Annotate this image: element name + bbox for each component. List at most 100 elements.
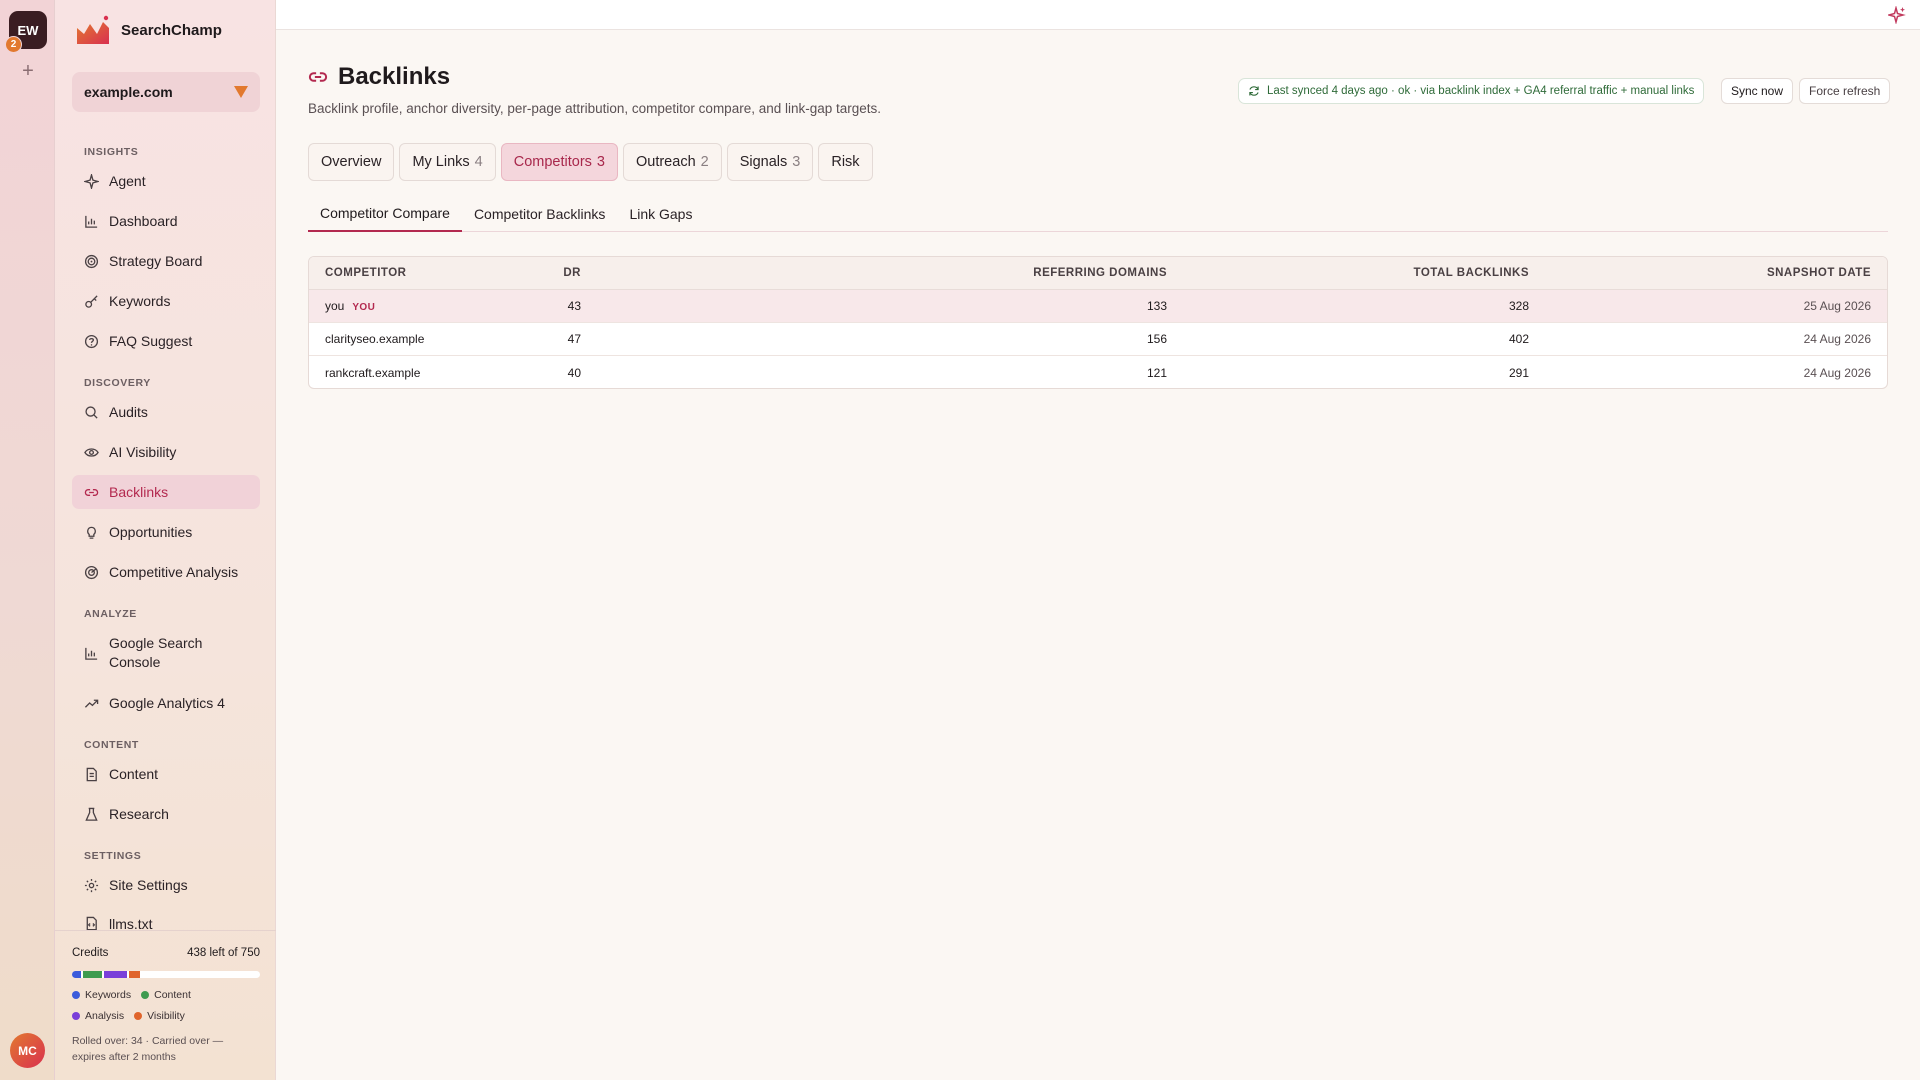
radar-icon	[84, 565, 99, 579]
header-total-backlinks[interactable]: TOTAL BACKLINKS	[1414, 267, 1529, 279]
workspace-rail: EW 2 + MC	[0, 0, 55, 1080]
snapshot-date-value: 24 Aug 2026	[1803, 365, 1871, 380]
workspace-notification-count: 2	[5, 36, 22, 53]
total-backlinks-value: 328	[1508, 299, 1529, 313]
file-code-icon	[86, 916, 97, 930]
tab-competitors[interactable]: Competitors 3	[500, 143, 618, 181]
refresh-icon	[1249, 86, 1259, 96]
brand[interactable]: SearchChamp	[75, 14, 222, 46]
legend-keywords: Keywords	[72, 989, 131, 1001]
tab-risk[interactable]: Risk	[818, 143, 873, 181]
site-selector[interactable]: example.com	[72, 72, 260, 112]
header-referring-domains[interactable]: REFERRING DOMAINS	[1033, 267, 1167, 279]
header-snapshot-date[interactable]: SNAPSHOT DATE	[1767, 267, 1871, 279]
nav-section-analyze: ANALYZE	[84, 608, 137, 620]
subtab-link-gaps[interactable]: Link Gaps	[617, 196, 704, 232]
header-competitor[interactable]: COMPETITOR	[325, 267, 406, 279]
main-tabs: Overview My Links 4 Competitors 3 Outreach…	[308, 143, 873, 181]
sparkle-icon	[84, 173, 99, 189]
sidebar-item-dashboard[interactable]: Dashboard	[72, 204, 260, 238]
sidebar-item-ai-visibility[interactable]: AI Visibility	[72, 435, 260, 469]
top-bar	[276, 0, 1920, 30]
referring-domains-value: 133	[1146, 299, 1167, 313]
bar-chart-icon	[85, 215, 98, 228]
credits-legend-row-2: Analysis Visibility	[72, 1010, 185, 1022]
header-dr[interactable]: DR	[563, 267, 581, 279]
sync-now-button[interactable]: Sync now	[1721, 78, 1794, 104]
table-row[interactable]: clarityseo.example 47 156 402 24 Aug 202…	[309, 323, 1887, 356]
document-icon	[86, 767, 97, 781]
sparkle-icon[interactable]	[1888, 6, 1906, 24]
total-backlinks-value: 291	[1508, 365, 1529, 380]
chevron-down-icon	[234, 86, 248, 98]
subtab-competitor-backlinks[interactable]: Competitor Backlinks	[462, 196, 618, 232]
tab-my-links[interactable]: My Links 4	[399, 143, 496, 181]
table-row[interactable]: you YOU 43 133 328 25 Aug 2026	[309, 290, 1887, 323]
sidebar-item-competitive-analysis[interactable]: Competitive Analysis	[72, 555, 260, 589]
sidebar-item-strategy-board[interactable]: Strategy Board	[72, 244, 260, 278]
link-icon	[84, 488, 99, 496]
competitor-name: rankcraft.example	[325, 365, 421, 380]
snapshot-date-value: 24 Aug 2026	[1803, 332, 1871, 346]
table-header: COMPETITOR DR REFERRING DOMAINS TOTAL BA…	[309, 257, 1887, 290]
credits-legend-row-1: Keywords Content	[72, 989, 191, 1001]
legend-analysis: Analysis	[72, 1010, 124, 1022]
snapshot-date-value: 25 Aug 2026	[1803, 299, 1871, 313]
credits-segment-keywords	[72, 971, 82, 978]
trend-up-icon	[84, 699, 99, 708]
credits-rollover-note: Rolled over: 34 · Carried over — expires…	[72, 1035, 224, 1063]
sidebar-item-google-search-console[interactable]: Google Search Console	[72, 631, 260, 675]
gear-icon	[84, 878, 99, 892]
credits-segment-content	[83, 971, 103, 978]
sidebar-item-opportunities[interactable]: Opportunities	[72, 515, 260, 549]
force-refresh-button[interactable]: Force refresh	[1799, 78, 1891, 104]
sidebar-item-google-analytics-4[interactable]: Google Analytics 4	[72, 686, 260, 720]
eye-icon	[84, 447, 99, 457]
site-name: example.com	[84, 84, 173, 100]
tab-signals[interactable]: Signals 3	[726, 143, 814, 181]
tab-outreach[interactable]: Outreach 2	[622, 143, 722, 181]
credits-remaining: 438 left of 750	[187, 947, 260, 959]
nav-section-settings: SETTINGS	[84, 850, 142, 862]
sidebar-item-agent[interactable]: Agent	[72, 164, 260, 198]
sidebar-item-llms-txt[interactable]: llms.txt	[72, 908, 260, 930]
sidebar-item-faq-suggest[interactable]: FAQ Suggest	[72, 324, 260, 358]
sidebar-item-content[interactable]: Content	[72, 757, 260, 791]
sidebar-item-research[interactable]: Research	[72, 797, 260, 831]
competitor-compare-table: COMPETITOR DR REFERRING DOMAINS TOTAL BA…	[308, 256, 1888, 389]
total-backlinks-value: 402	[1508, 332, 1529, 346]
sync-status: Last synced 4 days ago · ok · via backli…	[1238, 78, 1705, 104]
subtab-competitor-compare[interactable]: Competitor Compare	[308, 196, 462, 232]
credits-panel: Credits 438 left of 750 Keywords Content…	[55, 930, 276, 1080]
referring-domains-value: 121	[1146, 365, 1167, 380]
legend-visibility: Visibility	[134, 1010, 185, 1022]
sidebar-item-backlinks[interactable]: Backlinks	[72, 475, 260, 509]
legend-content: Content	[141, 989, 191, 1001]
target-icon	[84, 254, 99, 268]
add-workspace-button[interactable]: +	[19, 61, 37, 81]
nav-section-content: CONTENT	[84, 739, 139, 751]
help-circle-icon	[84, 334, 99, 348]
user-avatar[interactable]: MC	[10, 1033, 45, 1068]
sidebar-item-keywords[interactable]: Keywords	[72, 284, 260, 318]
flask-icon	[85, 807, 98, 821]
bar-chart-icon	[85, 647, 98, 660]
sidebar-item-site-settings[interactable]: Site Settings	[72, 868, 260, 902]
search-icon	[85, 405, 98, 419]
brand-logo-icon	[77, 15, 109, 44]
link-icon	[308, 72, 328, 82]
referring-domains-value: 156	[1146, 332, 1167, 346]
competitor-name: clarityseo.example	[325, 332, 425, 346]
table-row[interactable]: rankcraft.example 40 121 291 24 Aug 2026	[309, 356, 1887, 388]
competitor-name: you YOU	[325, 299, 376, 313]
sub-tabs: Competitor Compare Competitor Backlinks …	[308, 196, 1888, 232]
page-subtitle: Backlink profile, anchor diversity, per-…	[308, 101, 882, 116]
lightbulb-icon	[87, 526, 96, 539]
tab-overview[interactable]: Overview	[308, 143, 395, 181]
credits-label: Credits	[72, 947, 109, 959]
nav-section-insights: INSIGHTS	[84, 146, 139, 158]
sidebar-item-audits[interactable]: Audits	[72, 395, 260, 429]
you-badge: YOU	[352, 302, 376, 313]
brand-name: SearchChamp	[121, 21, 222, 39]
credits-segment-analysis	[104, 971, 127, 978]
